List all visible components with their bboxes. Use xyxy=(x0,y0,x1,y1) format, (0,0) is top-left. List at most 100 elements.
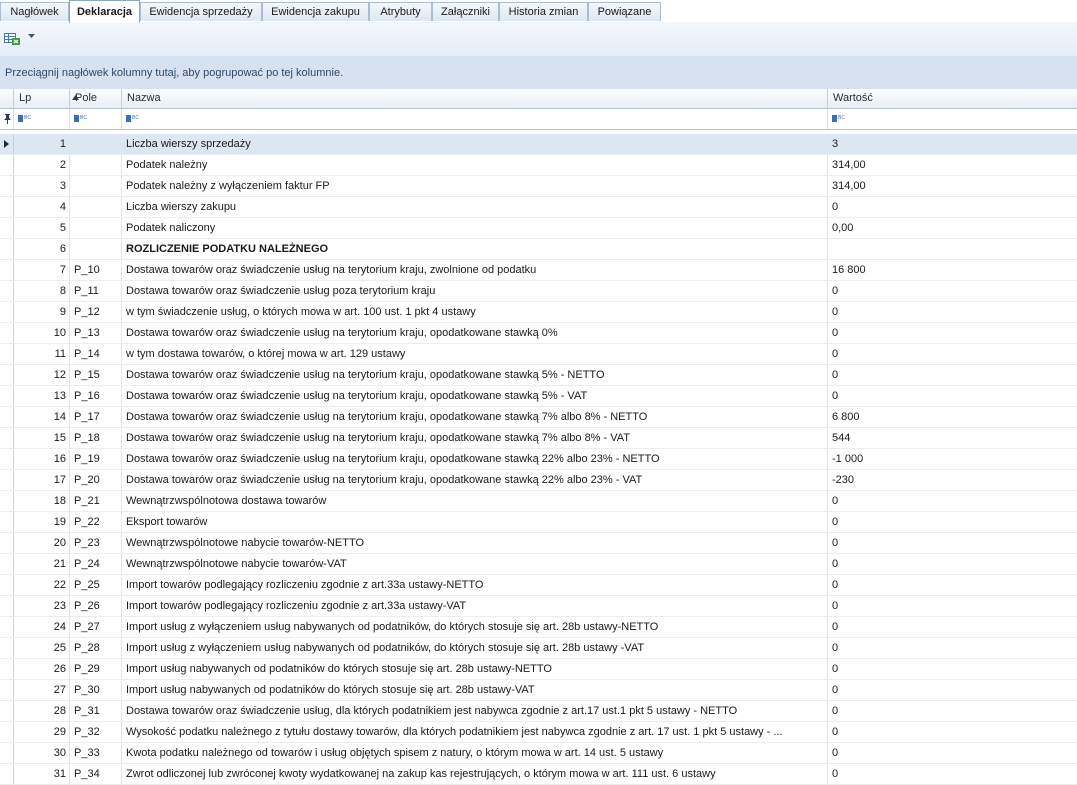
cell-wartosc[interactable]: 0 xyxy=(828,701,1077,721)
row-indicator[interactable] xyxy=(0,554,14,574)
row-indicator[interactable] xyxy=(0,281,14,301)
cell-pole[interactable]: P_30 xyxy=(70,680,122,700)
cell-nazwa[interactable]: Eksport towarów xyxy=(122,512,828,532)
cell-pole[interactable]: P_21 xyxy=(70,491,122,511)
cell-pole[interactable]: P_26 xyxy=(70,596,122,616)
cell-lp[interactable]: 27 xyxy=(14,680,70,700)
row-indicator[interactable] xyxy=(0,218,14,238)
cell-wartosc[interactable]: 0 xyxy=(828,512,1077,532)
cell-lp[interactable]: 9 xyxy=(14,302,70,322)
table-row[interactable]: 5 Podatek naliczony 0,00 xyxy=(0,218,1077,239)
cell-nazwa[interactable]: Liczba wierszy zakupu xyxy=(122,197,828,217)
cell-pole[interactable]: P_31 xyxy=(70,701,122,721)
row-indicator[interactable] xyxy=(0,197,14,217)
cell-pole[interactable]: P_32 xyxy=(70,722,122,742)
cell-wartosc[interactable]: 0 xyxy=(828,533,1077,553)
cell-pole[interactable]: P_11 xyxy=(70,281,122,301)
cell-nazwa[interactable]: Dostawa towarów oraz świadczenie usług, … xyxy=(122,701,828,721)
cell-nazwa[interactable]: Zwrot odliczonej lub zwróconej kwoty wyd… xyxy=(122,764,828,784)
cell-lp[interactable]: 10 xyxy=(14,323,70,343)
cell-nazwa[interactable]: Import towarów podlegający rozliczeniu z… xyxy=(122,596,828,616)
tab-atrybuty[interactable]: Atrybuty xyxy=(369,2,432,21)
cell-nazwa[interactable]: Kwota podatku należnego od towarów i usł… xyxy=(122,743,828,763)
cell-wartosc[interactable]: 314,00 xyxy=(828,155,1077,175)
table-row[interactable]: 22 P_25 Import towarów podlegający rozlicz… xyxy=(0,575,1077,596)
cell-pole[interactable]: P_16 xyxy=(70,386,122,406)
cell-wartosc[interactable]: 0 xyxy=(828,302,1077,322)
cell-pole[interactable]: P_17 xyxy=(70,407,122,427)
cell-pole[interactable]: P_15 xyxy=(70,365,122,385)
cell-pole[interactable]: P_10 xyxy=(70,260,122,280)
cell-lp[interactable]: 26 xyxy=(14,659,70,679)
cell-lp[interactable]: 11 xyxy=(14,344,70,364)
table-row[interactable]: 30 P_33 Kwota podatku należnego od towarów… xyxy=(0,743,1077,764)
cell-wartosc[interactable]: 0 xyxy=(828,638,1077,658)
cell-nazwa[interactable]: Podatek naliczony xyxy=(122,218,828,238)
cell-nazwa[interactable]: Import usług z wyłączeniem usług nabywan… xyxy=(122,638,828,658)
cell-pole[interactable] xyxy=(70,197,122,217)
chevron-down-icon[interactable] xyxy=(27,31,36,40)
cell-nazwa[interactable]: Liczba wierszy sprzedaży xyxy=(122,134,828,154)
cell-wartosc[interactable]: 0 xyxy=(828,323,1077,343)
cell-lp[interactable]: 23 xyxy=(14,596,70,616)
table-row[interactable]: 29 P_32 Wysokość podatku należnego z tytuł… xyxy=(0,722,1077,743)
tab-powiazane[interactable]: Powiązane xyxy=(588,2,661,21)
table-row[interactable]: 26 P_29 Import usług nabywanych od podatni… xyxy=(0,659,1077,680)
cell-wartosc[interactable]: 0 xyxy=(828,344,1077,364)
cell-pole[interactable]: P_24 xyxy=(70,554,122,574)
cell-pole[interactable]: P_19 xyxy=(70,449,122,469)
cell-wartosc[interactable] xyxy=(828,239,1077,259)
row-indicator[interactable] xyxy=(0,470,14,490)
cell-lp[interactable]: 29 xyxy=(14,722,70,742)
cell-pole[interactable]: P_13 xyxy=(70,323,122,343)
tab-deklaracja[interactable]: Deklaracja xyxy=(69,0,140,23)
row-indicator[interactable] xyxy=(0,575,14,595)
cell-nazwa[interactable]: Import usług nabywanych od podatników do… xyxy=(122,680,828,700)
row-indicator[interactable] xyxy=(0,134,14,154)
table-row[interactable]: 4 Liczba wierszy zakupu 0 xyxy=(0,197,1077,218)
cell-pole[interactable]: P_28 xyxy=(70,638,122,658)
cell-wartosc[interactable]: 0 xyxy=(828,491,1077,511)
tab-ewidencja-sprzedazy[interactable]: Ewidencja sprzedaży xyxy=(140,2,262,21)
table-row[interactable]: 24 P_27 Import usług z wyłączeniem usług n… xyxy=(0,617,1077,638)
cell-lp[interactable]: 16 xyxy=(14,449,70,469)
tab-historia-zmian[interactable]: Historia zmian xyxy=(499,2,588,21)
row-indicator[interactable] xyxy=(0,260,14,280)
cell-wartosc[interactable]: 0 xyxy=(828,575,1077,595)
filter-cell-nazwa[interactable]: BC xyxy=(122,109,828,129)
cell-wartosc[interactable]: 3 xyxy=(828,134,1077,154)
cell-lp[interactable]: 6 xyxy=(14,239,70,259)
cell-lp[interactable]: 31 xyxy=(14,764,70,784)
row-indicator[interactable] xyxy=(0,533,14,553)
cell-pole[interactable] xyxy=(70,176,122,196)
cell-pole[interactable] xyxy=(70,218,122,238)
row-indicator[interactable] xyxy=(0,701,14,721)
cell-nazwa[interactable]: Dostawa towarów oraz świadczenie usług n… xyxy=(122,407,828,427)
table-row[interactable]: 11 P_14 w tym dostawa towarów, o której mo… xyxy=(0,344,1077,365)
row-indicator[interactable] xyxy=(0,386,14,406)
cell-wartosc[interactable]: 0 xyxy=(828,365,1077,385)
cell-wartosc[interactable]: 0 xyxy=(828,680,1077,700)
cell-wartosc[interactable]: 16 800 xyxy=(828,260,1077,280)
cell-nazwa[interactable]: Wewnątrzwspólnotowe nabycie towarów-VAT xyxy=(122,554,828,574)
cell-lp[interactable]: 3 xyxy=(14,176,70,196)
cell-wartosc[interactable]: 0 xyxy=(828,554,1077,574)
cell-lp[interactable]: 4 xyxy=(14,197,70,217)
cell-lp[interactable]: 18 xyxy=(14,491,70,511)
row-indicator[interactable] xyxy=(0,638,14,658)
cell-pole[interactable]: P_33 xyxy=(70,743,122,763)
cell-wartosc[interactable]: 0 xyxy=(828,281,1077,301)
table-row[interactable]: 21 P_24 Wewnątrzwspólnotowe nabycie towaró… xyxy=(0,554,1077,575)
table-row[interactable]: 9 P_12 w tym świadczenie usług, o których … xyxy=(0,302,1077,323)
cell-pole[interactable] xyxy=(70,134,122,154)
row-indicator[interactable] xyxy=(0,722,14,742)
cell-lp[interactable]: 1 xyxy=(14,134,70,154)
cell-lp[interactable]: 24 xyxy=(14,617,70,637)
table-row[interactable]: 2 Podatek należny 314,00 xyxy=(0,155,1077,176)
cell-nazwa[interactable]: Dostawa towarów oraz świadczenie usług n… xyxy=(122,386,828,406)
row-indicator[interactable] xyxy=(0,596,14,616)
column-header-lp[interactable]: Lp xyxy=(14,89,79,108)
row-indicator[interactable] xyxy=(0,491,14,511)
row-indicator[interactable] xyxy=(0,302,14,322)
cell-pole[interactable]: P_12 xyxy=(70,302,122,322)
